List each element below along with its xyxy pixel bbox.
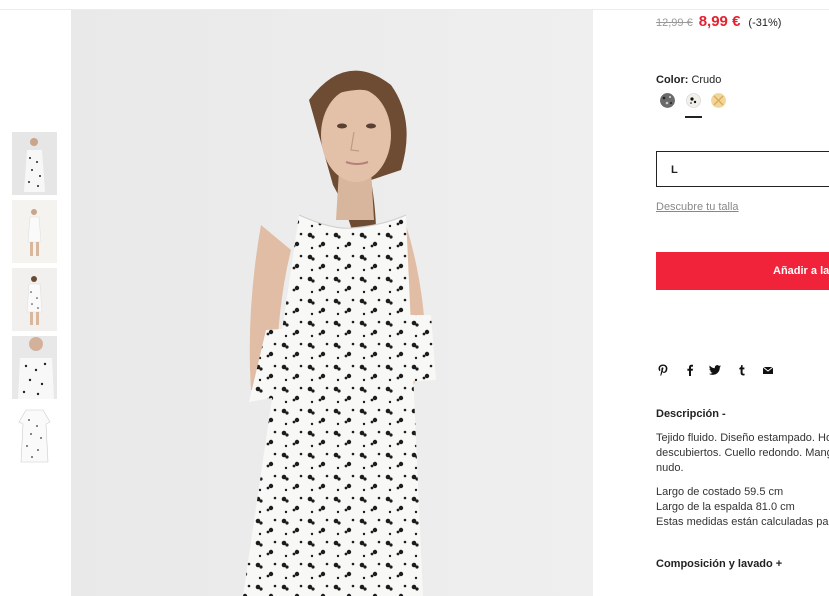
description-line: nudo. bbox=[656, 462, 684, 474]
measurements-text: Largo de costado 59.5 cm Largo de la esp… bbox=[656, 485, 829, 530]
color-label: Color: Crudo bbox=[656, 74, 721, 86]
size-selector[interactable]: L bbox=[656, 151, 829, 187]
pinterest-icon[interactable] bbox=[656, 363, 670, 377]
product-info-panel: 12,99 € 8,99 € (-31%) Color: Crudo L Desc… bbox=[656, 0, 829, 596]
description-text: Tejido fluido. Diseño estampado. Hombros… bbox=[656, 431, 829, 476]
thumbnail-strip bbox=[12, 132, 57, 472]
facebook-icon[interactable] bbox=[683, 363, 697, 377]
swatch-crudo-print[interactable] bbox=[686, 93, 701, 108]
color-label-key: Color: bbox=[656, 74, 689, 86]
size-selector-value: L bbox=[671, 164, 678, 176]
thumbnail-shoulder-detail[interactable] bbox=[12, 336, 57, 399]
measurement-line: Estas medidas están calculadas para una … bbox=[656, 516, 829, 528]
measurement-line: Largo de costado 59.5 cm bbox=[656, 486, 784, 498]
swatch-grey-print[interactable] bbox=[660, 93, 675, 108]
swatch-yellow-print[interactable] bbox=[711, 93, 726, 108]
description-line: descubiertos. Cuello redondo. Mangas cor… bbox=[656, 447, 829, 459]
add-to-bag-label: Añadir a la bolsa bbox=[773, 265, 829, 277]
main-product-image[interactable] bbox=[71, 10, 593, 596]
add-to-bag-button[interactable]: Añadir a la bolsa bbox=[656, 252, 829, 290]
thumbnail-full-body[interactable] bbox=[12, 200, 57, 263]
measurement-line: Largo de la espalda 81.0 cm bbox=[656, 501, 795, 513]
thumbnail-flat-garment[interactable] bbox=[12, 404, 57, 467]
composition-toggle[interactable]: Composición y lavado + bbox=[656, 558, 782, 570]
discount-badge: (-31%) bbox=[748, 17, 782, 29]
model-illustration bbox=[71, 10, 593, 596]
old-price: 12,99 € bbox=[656, 17, 693, 29]
thumbnail-front-closeup[interactable] bbox=[12, 132, 57, 195]
tumblr-icon[interactable] bbox=[735, 363, 749, 377]
thumbnail-back[interactable] bbox=[12, 268, 57, 331]
twitter-icon[interactable] bbox=[708, 363, 722, 377]
price-row: 12,99 € 8,99 € (-31%) bbox=[656, 13, 781, 31]
description-toggle[interactable]: Descripción - bbox=[656, 408, 726, 420]
email-icon[interactable] bbox=[761, 363, 775, 377]
color-value: Crudo bbox=[691, 74, 722, 86]
find-size-link[interactable]: Descubre tu talla bbox=[656, 201, 739, 213]
description-line: Tejido fluido. Diseño estampado. Hombros bbox=[656, 432, 829, 444]
selected-swatch-indicator bbox=[685, 116, 702, 118]
sale-price: 8,99 € bbox=[698, 13, 741, 30]
